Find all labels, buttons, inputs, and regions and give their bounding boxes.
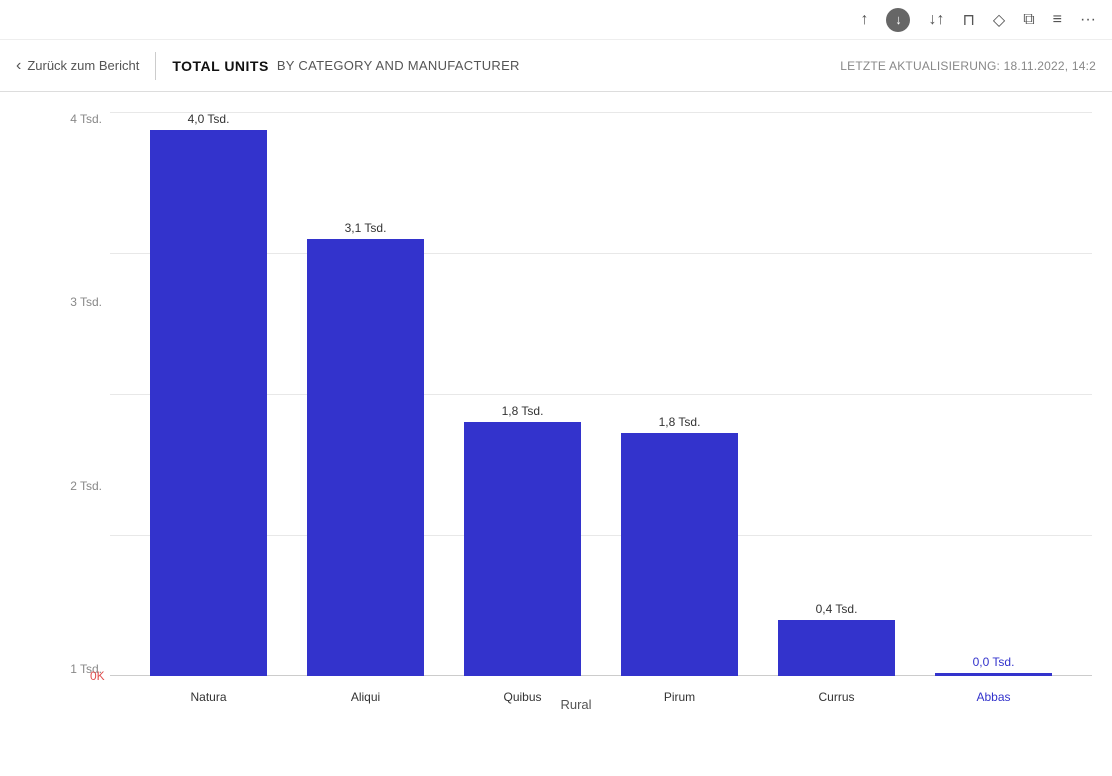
chart-area: 4 Tsd. 3 Tsd. 2 Tsd. 1 Tsd. 0K 4,0 Tsd. … [0, 92, 1112, 776]
bookmark-icon[interactable]: ⊓ [962, 10, 974, 30]
toolbar: ↑ ↓ ↓↑ ⊓ ◇ ⧉ ≡ ··· [0, 0, 1112, 40]
page-title: TOTAL UNITS [172, 58, 269, 74]
bars-area: 4,0 Tsd. Natura 3,1 Tsd. Aliqui 1,8 Tsd.… [110, 112, 1092, 676]
back-chevron-icon: ‹ [16, 57, 21, 75]
more-icon[interactable]: ··· [1080, 11, 1096, 29]
bar-value-aliqui: 3,1 Tsd. [345, 221, 387, 235]
chart-container: 4 Tsd. 3 Tsd. 2 Tsd. 1 Tsd. 0K 4,0 Tsd. … [60, 112, 1092, 716]
bar-group-natura: 4,0 Tsd. Natura [130, 112, 287, 676]
bar-currus[interactable] [778, 620, 896, 676]
y-axis: 4 Tsd. 3 Tsd. 2 Tsd. 1 Tsd. [60, 112, 110, 676]
bar-quibus[interactable] [464, 422, 582, 676]
bar-group-currus: 0,4 Tsd. Currus [758, 112, 915, 676]
bar-group-abbas: 0,0 Tsd. Abbas [915, 112, 1072, 676]
y-label-3: 3 Tsd. [70, 295, 102, 309]
bar-aliqui[interactable] [307, 239, 425, 676]
bar-group-quibus: 1,8 Tsd. Quibus [444, 112, 601, 676]
timestamp: LETZTE AKTUALISIERUNG: 18.11.2022, 14:2 [840, 59, 1096, 73]
pin-icon[interactable]: ◇ [993, 10, 1005, 30]
bar-group-aliqui: 3,1 Tsd. Aliqui [287, 112, 444, 676]
bar-label-natura: Natura [190, 690, 226, 704]
y-label-2: 2 Tsd. [70, 479, 102, 493]
y-label-4: 4 Tsd. [70, 112, 102, 126]
bar-value-natura: 4,0 Tsd. [188, 112, 230, 126]
bar-group-pirum: 1,8 Tsd. Pirum [601, 112, 758, 676]
timestamp-label: LETZTE AKTUALISIERUNG: [840, 59, 1000, 73]
bar-label-aliqui: Aliqui [351, 690, 380, 704]
back-label: Zurück zum Bericht [27, 58, 139, 73]
copy-icon[interactable]: ⧉ [1023, 11, 1034, 29]
bar-label-pirum: Pirum [664, 690, 695, 704]
bar-value-quibus: 1,8 Tsd. [502, 404, 544, 418]
download-icon[interactable]: ↓ [886, 8, 910, 32]
header: ‹ Zurück zum Bericht TOTAL UNITS BY CATE… [0, 40, 1112, 92]
bar-label-quibus: Quibus [503, 690, 541, 704]
page-subtitle: BY CATEGORY AND MANUFACTURER [277, 58, 520, 73]
bar-label-abbas: Abbas [976, 690, 1010, 704]
bar-value-currus: 0,4 Tsd. [816, 602, 858, 616]
filter-icon[interactable]: ≡ [1053, 11, 1062, 29]
category-label: Rural [560, 697, 591, 712]
up-arrow-icon[interactable]: ↑ [860, 11, 868, 29]
bar-label-currus: Currus [818, 690, 854, 704]
bar-value-pirum: 1,8 Tsd. [659, 415, 701, 429]
zero-label: 0K [90, 669, 105, 683]
bar-abbas[interactable] [935, 673, 1053, 676]
header-divider [155, 52, 156, 80]
bar-value-abbas: 0,0 Tsd. [973, 655, 1015, 669]
bar-pirum[interactable] [621, 433, 739, 676]
timestamp-value: 18.11.2022, 14:2 [1004, 59, 1096, 73]
back-link[interactable]: ‹ Zurück zum Bericht [16, 57, 139, 75]
bar-natura[interactable] [150, 130, 268, 676]
sort-icon[interactable]: ↓↑ [928, 11, 944, 29]
